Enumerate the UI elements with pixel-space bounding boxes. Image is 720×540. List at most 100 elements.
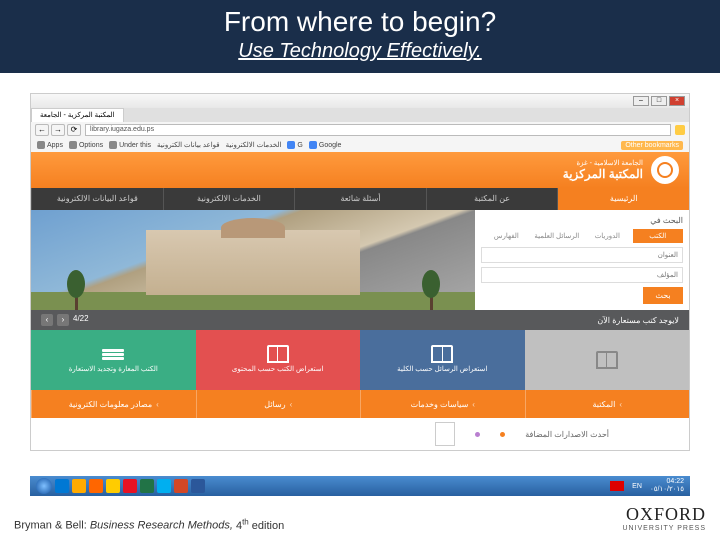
tile-label: استعراض الكتب حسب المحتوى xyxy=(232,366,324,374)
maximize-button[interactable]: □ xyxy=(651,96,667,106)
citation-authors: Bryman & Bell: xyxy=(14,520,90,532)
search-tab-theses[interactable]: الرسائل العلمية xyxy=(532,229,582,243)
taskbar-explorer-icon[interactable] xyxy=(72,479,86,493)
book-icon xyxy=(431,345,453,363)
bookmark-item[interactable]: G xyxy=(287,141,302,149)
taskbar-clock[interactable]: 04:22 ٠٥/١٠/٢٠١٥ xyxy=(650,478,684,493)
university-logo-icon xyxy=(651,156,679,184)
windows-taskbar: EN 04:22 ٠٥/١٠/٢٠١٥ xyxy=(30,476,690,496)
strip-next-button[interactable]: › xyxy=(41,314,53,326)
footer-nav: المكتبة سياسات وخدمات رسائل مصادر معلوما… xyxy=(31,390,689,418)
bookmark-item[interactable]: Google xyxy=(309,141,342,149)
bookmark-item[interactable]: Options xyxy=(69,141,103,149)
tile-label: الكتب المعارة وتجديد الاستعارة xyxy=(69,366,158,374)
publisher-name: OXFORD xyxy=(622,504,706,525)
slide-header: From where to begin? Use Technology Effe… xyxy=(0,0,720,73)
bookmark-label: Google xyxy=(319,142,342,149)
main-nav: الرئيسية عن المكتبة أسئلة شائعة الخدمات … xyxy=(31,188,689,210)
hero-section: البحث في الكتب الدوريات الرسائل العلمية … xyxy=(31,210,689,310)
search-tabs: الكتب الدوريات الرسائل العلمية الفهارس xyxy=(481,229,683,243)
search-button[interactable]: بحث xyxy=(643,287,683,304)
strip-count: 4/22 xyxy=(73,314,89,326)
taskbar-powerpoint-icon[interactable] xyxy=(174,479,188,493)
university-name: الجامعة الاسلامية - غزة xyxy=(563,159,643,167)
tile-empty xyxy=(525,330,690,390)
minimize-button[interactable]: – xyxy=(633,96,649,106)
browser-titlebar: – □ × xyxy=(31,94,689,108)
bookmark-label: الخدمات الالكترونية xyxy=(226,141,282,149)
tile-browse-theses[interactable]: استعراض الرسائل حسب الكلية xyxy=(360,330,525,390)
address-row: ← → ⟳ library.iugaza.edu.ps xyxy=(31,122,689,138)
clock-date: ٠٥/١٠/٢٠١٥ xyxy=(650,486,684,494)
bookmark-label: Under this xyxy=(119,142,151,149)
bookmark-item[interactable]: قواعد بيانات الكترونية xyxy=(157,141,220,149)
taskbar-chrome-icon[interactable] xyxy=(106,479,120,493)
browser-tab[interactable]: المكتبة المركزية - الجامعة xyxy=(31,108,124,122)
bookmark-label: Options xyxy=(79,142,103,149)
book-icon xyxy=(596,351,618,369)
clock-time: 04:22 xyxy=(650,478,684,486)
reload-button[interactable]: ⟳ xyxy=(67,124,81,136)
tile-borrowed[interactable]: الكتب المعارة وتجديد الاستعارة xyxy=(31,330,196,390)
footer-tile-sources[interactable]: مصادر معلومات الكترونية xyxy=(31,390,196,418)
taskbar-acrobat-icon[interactable] xyxy=(123,479,137,493)
taskbar-language[interactable]: EN xyxy=(627,483,647,490)
close-button[interactable]: × xyxy=(669,96,685,106)
quick-tiles: الكتب المعارة وتجديد الاستعارة استعراض ا… xyxy=(31,330,689,390)
window-controls: – □ × xyxy=(633,96,685,106)
nav-item-databases[interactable]: قواعد البيانات الالكترونية xyxy=(31,188,163,210)
bookmark-item[interactable]: Under this xyxy=(109,141,151,149)
browser-tabs: المكتبة المركزية - الجامعة xyxy=(31,108,689,122)
nav-item-home[interactable]: الرئيسية xyxy=(557,188,689,210)
back-button[interactable]: ← xyxy=(35,124,49,136)
search-tab-books[interactable]: الكتب xyxy=(633,229,683,243)
status-strip: لايوجد كتب مستعارة الآن 4/22 ‹ › xyxy=(31,310,689,330)
latest-label: أحدث الاصدارات المضافة xyxy=(525,430,609,439)
webpage-content: الجامعة الاسلامية - غزة المكتبة المركزية… xyxy=(31,152,689,450)
address-bar[interactable]: library.iugaza.edu.ps xyxy=(85,124,671,136)
tile-label: استعراض الرسائل حسب الكلية xyxy=(397,366,487,374)
footer-tile-theses[interactable]: رسائل xyxy=(196,390,361,418)
taskbar-firefox-icon[interactable] xyxy=(89,479,103,493)
strip-prev-button[interactable]: ‹ xyxy=(57,314,69,326)
citation: Bryman & Bell: Business Research Methods… xyxy=(14,517,284,532)
start-button[interactable] xyxy=(36,478,52,494)
nav-item-faq[interactable]: أسئلة شائعة xyxy=(294,188,426,210)
citation-edition: 4th edition xyxy=(236,520,284,532)
star-icon[interactable] xyxy=(675,125,685,135)
search-panel: البحث في الكتب الدوريات الرسائل العلمية … xyxy=(475,210,689,310)
search-tab-index[interactable]: الفهارس xyxy=(481,229,531,243)
hero-image xyxy=(31,210,475,310)
bookmark-label: قواعد بيانات الكترونية xyxy=(157,141,220,149)
nav-item-about[interactable]: عن المكتبة xyxy=(426,188,558,210)
bookmark-label: Apps xyxy=(47,142,63,149)
apps-bookmark[interactable]: Apps xyxy=(37,141,63,149)
tree-icon xyxy=(67,270,85,310)
tile-browse-content[interactable]: استعراض الكتب حسب المحتوى xyxy=(196,330,361,390)
taskbar-flag-icon[interactable] xyxy=(610,481,624,491)
nav-item-eservices[interactable]: الخدمات الالكترونية xyxy=(163,188,295,210)
publisher-tagline: UNIVERSITY PRESS xyxy=(622,525,706,532)
footer-tile-policies[interactable]: سياسات وخدمات xyxy=(360,390,525,418)
forward-button[interactable]: → xyxy=(51,124,65,136)
taskbar-ie-icon[interactable] xyxy=(55,479,69,493)
tree-icon xyxy=(422,270,440,310)
taskbar-skype-icon[interactable] xyxy=(157,479,171,493)
title-input[interactable]: العنوان xyxy=(481,247,683,263)
library-title: المكتبة المركزية xyxy=(563,167,643,181)
taskbar-word-icon[interactable] xyxy=(191,479,205,493)
carousel-dot[interactable] xyxy=(500,432,505,437)
carousel-dot[interactable] xyxy=(475,432,480,437)
strip-message: لايوجد كتب مستعارة الآن xyxy=(597,316,679,325)
bookmark-item[interactable]: الخدمات الالكترونية xyxy=(226,141,282,149)
book-thumb-icon[interactable] xyxy=(435,422,455,446)
search-tab-journals[interactable]: الدوريات xyxy=(582,229,632,243)
taskbar-excel-icon[interactable] xyxy=(140,479,154,493)
building-icon xyxy=(146,230,359,295)
bookmarks-bar: Apps Options Under this قواعد بيانات الك… xyxy=(31,138,689,152)
footer-tile-library[interactable]: المكتبة xyxy=(525,390,690,418)
other-bookmarks[interactable]: Other bookmarks xyxy=(621,141,683,150)
slide-footer: Bryman & Bell: Business Research Methods… xyxy=(14,504,706,532)
author-input[interactable]: المؤلف xyxy=(481,267,683,283)
bookmark-label: G xyxy=(297,142,302,149)
